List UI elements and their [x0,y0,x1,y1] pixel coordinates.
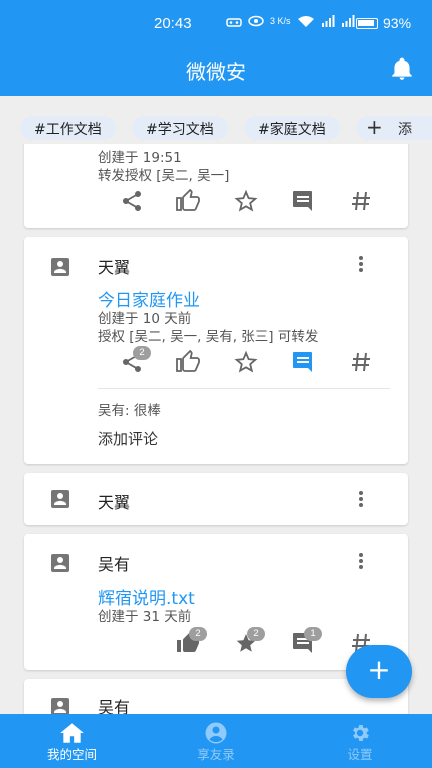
fab-label: + [367,653,391,686]
bottom-nav: 我的空间 享友录 设置 [0,714,432,768]
comment-count-badge: 1 [304,627,322,641]
more-vert-icon[interactable] [354,255,368,273]
document-card[interactable]: 天翼 [24,473,408,525]
net-speed: 3 K/s [270,16,291,26]
tag-chip-family[interactable]: #家庭文档 [244,116,340,140]
nav-my-space[interactable]: 我的空间 [0,714,144,768]
comment-text: 吴有: 很棒 [98,403,161,419]
vpn-icon [226,18,242,27]
card-created: 创建于 10 天前 [98,311,192,327]
nav-label: 享友录 [197,747,235,762]
tag-chip-work[interactable]: #工作文档 [20,116,116,140]
card-author: 吴有 [98,555,131,574]
comment-icon[interactable] [290,189,316,213]
nav-label: 我的空间 [46,747,97,762]
tag-bar: #工作文档 #学习文档 #家庭文档 + 添 [0,96,432,144]
hashtag-icon[interactable] [348,350,374,374]
add-fab-button[interactable]: + [346,645,412,698]
like-count-badge: 2 [189,627,207,641]
document-card[interactable]: 天翼 今日家庭作业 创建于 10 天前 授权 [吴二, 吴一, 吴有, 张三] … [24,237,408,464]
signal-icon-2 [341,15,355,27]
nav-label: 设置 [347,747,373,762]
card-created: 创建于 31 天前 [98,609,192,625]
star-icon[interactable] [233,350,259,374]
feed: 创建于 19:51 转发授权 [吴二, 吴一] 天翼 今日家庭作业 创建于 10… [0,144,432,714]
card-permission: 授权 [吴二, 吴一, 吴有, 张三] 可转发 [98,329,319,345]
document-card[interactable]: 创建于 19:51 转发授权 [吴二, 吴一] [24,144,408,228]
hashtag-icon[interactable] [348,189,374,213]
document-card[interactable]: 吴有 辉宿说明.txt 创建于 31 天前 2 2 1 [24,534,408,670]
tag-add-button[interactable]: + 添 [356,115,432,140]
more-vert-icon[interactable] [354,552,368,570]
app-bar: 微微安 [0,42,432,96]
avatar-icon [51,554,69,572]
card-created: 创建于 19:51 [98,150,182,166]
account-circle-icon [205,722,227,744]
add-comment-button[interactable]: 添加评论 [98,428,158,449]
wifi-icon [297,16,314,27]
divider [98,388,390,389]
card-permission: 转发授权 [吴二, 吴一] [98,168,230,184]
battery-percent: 93% [383,15,412,31]
star-icon[interactable] [233,189,259,213]
plus-icon: + [366,115,383,139]
tag-chip-study[interactable]: #学习文档 [132,116,228,140]
thumb-up-icon[interactable] [175,189,201,213]
star-count-badge: 2 [247,627,265,641]
signal-icon [321,15,335,27]
share-icon[interactable] [119,189,145,213]
battery-icon [356,18,378,29]
eye-icon [248,15,264,27]
tag-add-label: 添 [398,122,412,138]
home-icon [60,723,84,743]
share-count-badge: 2 [133,346,151,360]
app-title: 微微安 [186,60,246,84]
bell-icon[interactable] [389,56,415,82]
card-author: 天翼 [98,493,131,512]
card-author: 吴有 [98,698,131,714]
thumb-up-icon[interactable] [175,350,201,374]
avatar-icon [51,490,69,508]
status-time: 20:43 [154,15,192,32]
more-vert-icon[interactable] [354,490,368,508]
avatar-icon [51,258,69,276]
avatar-icon [51,698,69,714]
card-author: 天翼 [98,258,131,277]
gear-icon [353,725,369,741]
status-icons: 3 K/s [226,15,355,27]
nav-friends[interactable]: 享友录 [144,714,288,768]
status-bar: 20:43 3 K/s 93% [0,0,432,42]
comment-icon-active[interactable] [290,350,316,374]
nav-settings[interactable]: 设置 [288,714,432,768]
